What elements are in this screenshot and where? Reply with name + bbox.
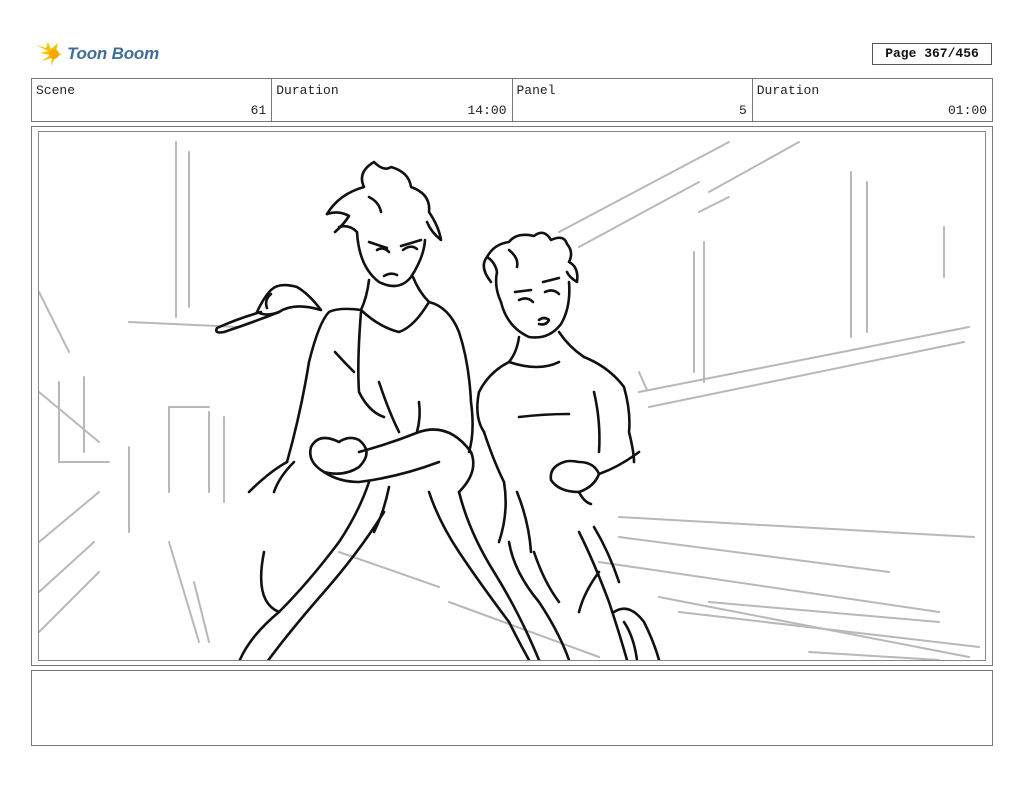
scene-duration-cell: Duration 14:00 <box>272 79 513 121</box>
panel-label: Panel <box>516 83 556 98</box>
scene-cell: Scene 61 <box>32 79 273 121</box>
page-number: Page 367/456 <box>872 43 992 65</box>
scene-label: Scene <box>36 83 76 98</box>
panel-cell: Panel 5 <box>513 79 753 121</box>
toon-boom-star-icon <box>36 42 62 66</box>
background-lines <box>39 141 980 660</box>
panel-duration-label: Duration <box>756 83 820 98</box>
toon-boom-logo: Toon Boom <box>34 38 159 70</box>
scene-duration-label: Duration <box>276 83 339 98</box>
storyboard-info-row: Scene 61 Duration 14:00 Panel 5 Duration… <box>31 78 993 122</box>
panel-image <box>38 131 986 661</box>
scene-duration-value: 14:00 <box>467 103 507 118</box>
brand-name: Toon Boom <box>67 44 159 63</box>
panel-duration-value: 01:00 <box>947 103 987 118</box>
scene-value: 61 <box>250 103 267 118</box>
panel-value: 5 <box>738 103 747 118</box>
sketch-drawing <box>39 141 980 660</box>
panel-notes <box>31 670 993 746</box>
panel-duration-cell: Duration 01:00 <box>753 79 992 121</box>
panel-frame <box>31 126 993 666</box>
